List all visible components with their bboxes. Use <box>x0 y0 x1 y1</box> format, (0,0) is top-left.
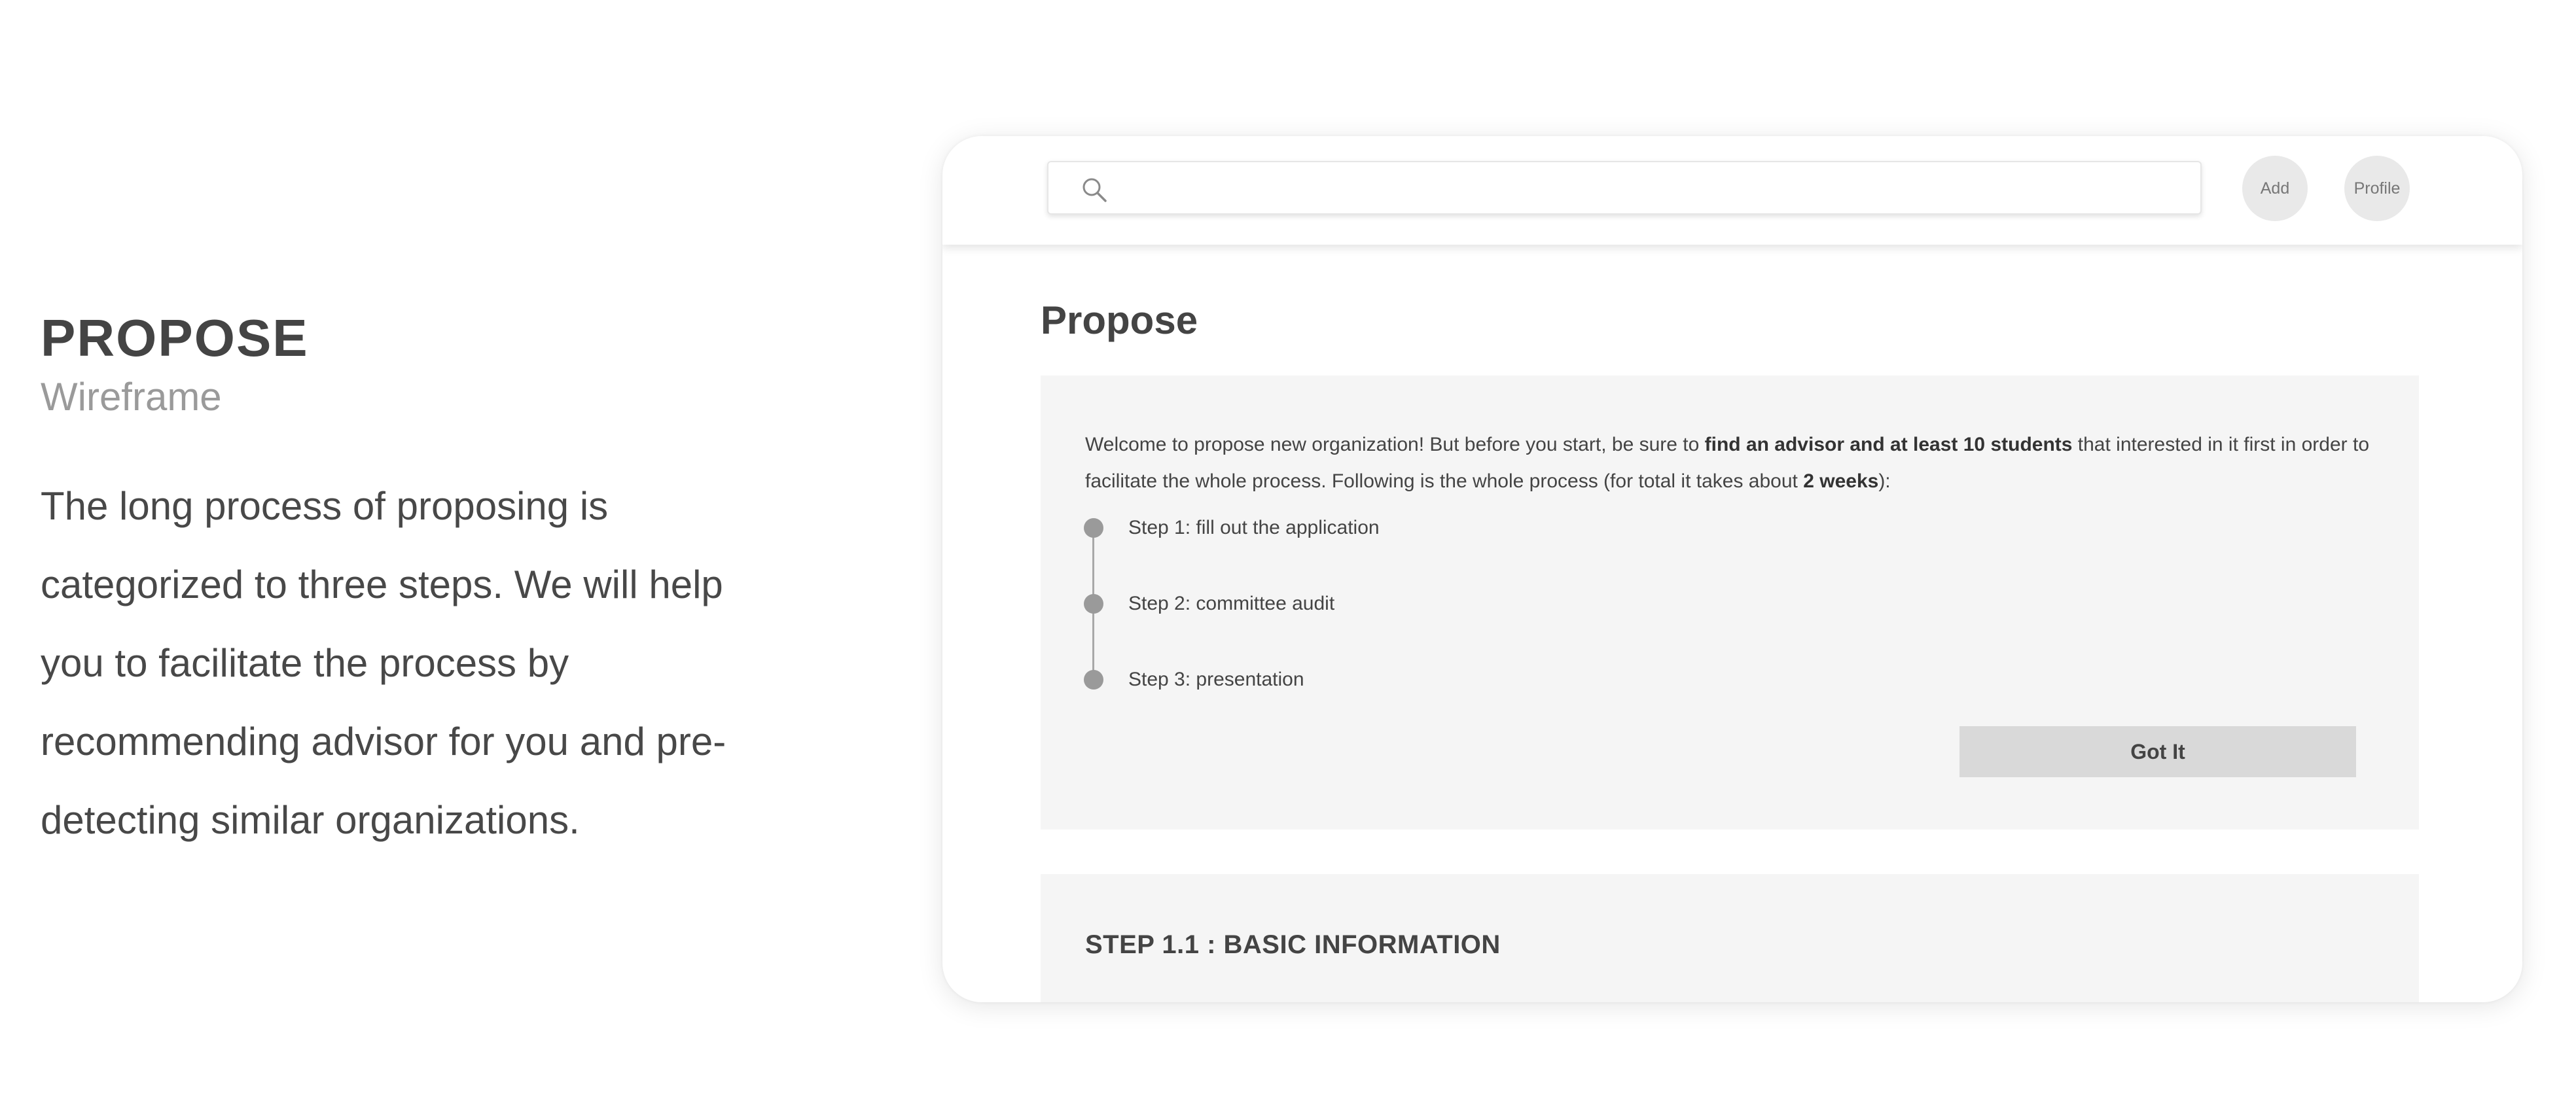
step-dot-icon <box>1084 670 1103 690</box>
step-item: Step 3: presentation <box>1084 669 1673 690</box>
step-dot-icon <box>1084 518 1103 538</box>
intro-panel: Welcome to propose new organization! But… <box>1041 376 2419 830</box>
top-bar: Add Profile <box>942 136 2522 245</box>
intro-text: Welcome to propose new organization! But… <box>1085 427 2381 500</box>
section-subtitle: Wireframe <box>41 375 222 419</box>
description-line: categorized to three steps. We will help <box>41 563 723 606</box>
step-item: Step 1: fill out the application <box>1084 517 1673 538</box>
description-line: you to facilitate the process by <box>41 641 569 685</box>
description-line: The long process of proposing is <box>41 484 609 528</box>
got-it-button[interactable]: Got It <box>1959 726 2356 777</box>
intro-text-part: ): <box>1878 470 1891 492</box>
search-input[interactable] <box>1120 162 2187 213</box>
add-button[interactable]: Add <box>2242 156 2308 221</box>
search-bar[interactable] <box>1047 161 2202 215</box>
intro-text-part: Welcome to propose new organization! But… <box>1085 434 1705 455</box>
step-dot-icon <box>1084 594 1103 614</box>
step-label: Step 1: fill out the application <box>1128 517 1380 538</box>
step-section-title: STEP 1.1 : BASIC INFORMATION <box>1085 930 1501 959</box>
intro-emphasis-requirements: find an advisor and at least 10 students <box>1704 434 2073 455</box>
search-icon <box>1082 178 1107 202</box>
section-description: The long process of proposing is categor… <box>41 467 826 860</box>
description-line: detecting similar organizations. <box>41 798 580 842</box>
basic-information-panel: STEP 1.1 : BASIC INFORMATION <box>1041 874 2419 1002</box>
page-title: Propose <box>1041 298 1198 342</box>
step-item: Step 2: committee audit <box>1084 593 1673 614</box>
step-label: Step 3: presentation <box>1128 669 1304 690</box>
intro-emphasis-duration: 2 weeks <box>1803 470 1879 492</box>
description-column: PROPOSE Wireframe The long process of pr… <box>41 307 826 860</box>
profile-button[interactable]: Profile <box>2344 156 2410 221</box>
wireframe-presentation: PROPOSE Wireframe The long process of pr… <box>0 0 2576 1120</box>
device-mockup: Add Profile Propose Welcome to propose n… <box>942 136 2522 1002</box>
description-line: recommending advisor for you and pre- <box>41 720 726 763</box>
section-title: PROPOSE <box>41 309 309 367</box>
step-label: Step 2: committee audit <box>1128 593 1335 614</box>
